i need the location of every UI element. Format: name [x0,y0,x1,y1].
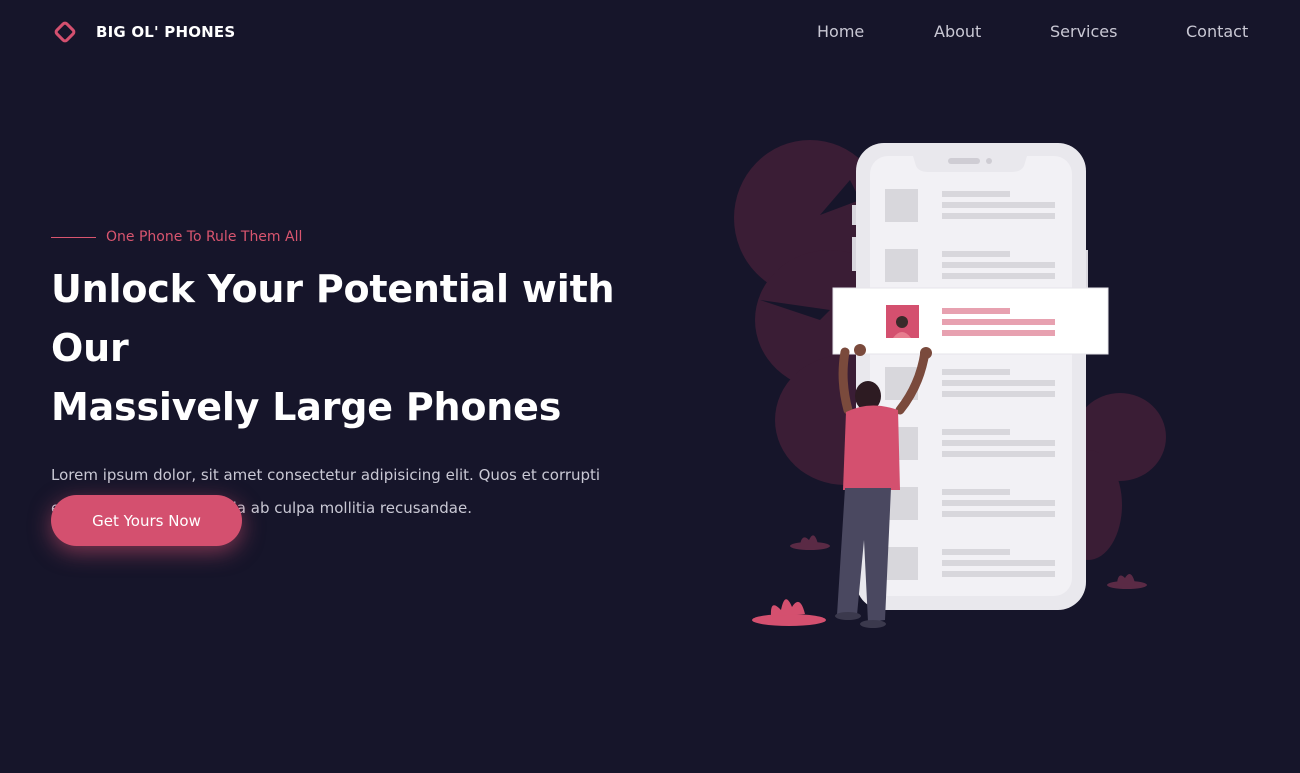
hero-illustration [734,140,1166,628]
hero-eyebrow: One Phone To Rule Them All [51,226,671,248]
get-yours-now-button[interactable]: Get Yours Now [51,495,242,546]
hero-description-line1: Lorem ipsum dolor, sit amet consectetur … [51,466,601,484]
hero-headline: Unlock Your Potential with Our Massively… [51,260,671,437]
main-nav: Home About Services Contact [0,21,1300,43]
nav-link-contact[interactable]: Contact [1186,21,1248,43]
nav-link-home[interactable]: Home [817,21,864,43]
hero-headline-line2: Massively Large Phones [51,385,562,429]
eyebrow-text: One Phone To Rule Them All [106,229,303,245]
navbar: BIG OL' PHONES Home About Services Conta… [0,0,1300,64]
highlighted-list-card [832,287,1109,355]
nav-link-about[interactable]: About [934,21,981,43]
ground-plants [752,599,826,626]
eyebrow-divider-line [51,236,96,238]
hero-section: One Phone To Rule Them All Unlock Your P… [51,226,671,525]
nav-link-services[interactable]: Services [1050,21,1117,43]
hero-headline-line1: Unlock Your Potential with Our [51,267,615,370]
